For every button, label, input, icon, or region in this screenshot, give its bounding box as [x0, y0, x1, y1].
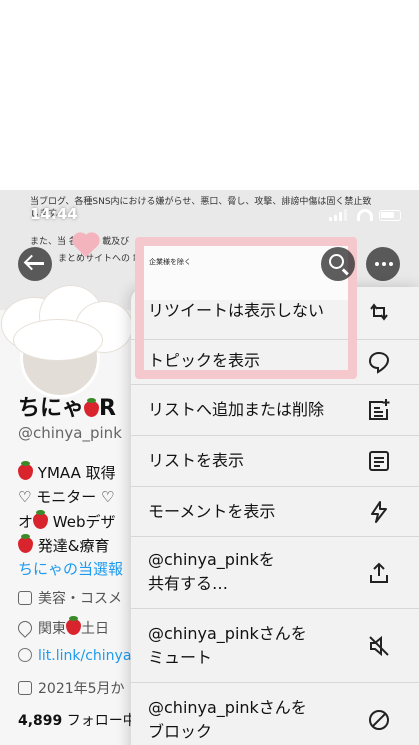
link-icon — [18, 648, 32, 662]
menu-item-show-moments[interactable]: モーメントを表示 — [131, 486, 419, 536]
profile-joined: 2021年5月か — [18, 678, 125, 698]
more-dots-icon — [375, 262, 379, 266]
menu-item-block[interactable]: @chinya_pinkさんを ブロック — [131, 682, 419, 745]
bio-text: Webデザ — [52, 513, 116, 531]
retweet-icon — [370, 303, 388, 321]
calendar-icon — [18, 681, 32, 695]
bio-line: YMAA 取得 — [18, 461, 116, 483]
strawberry-icon — [18, 534, 33, 553]
bio-text: 発達&療育 — [37, 537, 110, 555]
signal-icon — [344, 209, 347, 221]
search-button-overlay[interactable] — [321, 247, 355, 281]
profile-location: 関東 土日 — [15, 616, 109, 638]
menu-item-label: @chinya_pinkさんを ミュート — [148, 624, 307, 667]
lightning-icon — [371, 501, 387, 523]
status-time: 14:44 — [30, 205, 78, 223]
strawberry-icon — [33, 510, 49, 529]
menu-item-mute[interactable]: @chinya_pinkさんを ミュート — [131, 608, 419, 682]
menu-item-label: モーメントを表示 — [148, 502, 276, 521]
wifi-icon — [357, 209, 373, 221]
joined-text: 2021年5月か — [38, 681, 125, 697]
signal-icon — [334, 215, 337, 221]
profile-name-tail: R — [99, 396, 116, 421]
following-count[interactable]: 4,899 フォロー中 — [18, 710, 137, 730]
menu-item-label: @chinya_pinkさんを ブロック — [148, 698, 307, 741]
signal-icon — [339, 212, 342, 221]
back-button[interactable] — [18, 247, 52, 281]
profile-name-text: ちにゃ — [18, 396, 85, 421]
location-text: 関東 — [38, 621, 66, 637]
following-label: フォロー中 — [66, 713, 137, 729]
profile-url[interactable]: lit.link/chinya — [18, 648, 131, 664]
back-arrow-icon — [26, 262, 44, 265]
category-text: 美容・コスメ — [38, 591, 122, 607]
frame-sticker-inner — [144, 246, 348, 300]
menu-item-show-lists[interactable]: リストを表示 — [131, 435, 419, 486]
list-icon — [369, 451, 389, 471]
more-button[interactable] — [366, 247, 400, 281]
frame-sticker-text: 企業様を除く — [149, 258, 191, 266]
mute-icon — [369, 635, 389, 657]
share-icon — [370, 562, 388, 583]
top-blank-area — [0, 0, 419, 190]
strawberry-icon — [66, 616, 81, 635]
profile-name: ちにゃ R — [18, 390, 116, 422]
bio-line: 発達&療育 — [18, 534, 110, 556]
profile-handle: @chinya_pink — [18, 424, 122, 442]
menu-item-share[interactable]: @chinya_pinkを 共有する… — [131, 536, 419, 608]
url-text[interactable]: lit.link/chinya — [38, 648, 131, 664]
strawberry-icon — [18, 461, 33, 480]
profile-category: 美容・コスメ — [18, 588, 122, 608]
menu-item-label: リストへ追加または削除 — [148, 400, 325, 419]
bio-line: オ Webデザ — [18, 510, 116, 532]
briefcase-icon — [18, 591, 32, 605]
bio-text: オ — [18, 513, 34, 531]
signal-icon — [329, 217, 332, 221]
following-number: 4,899 — [18, 713, 63, 729]
menu-item-label: @chinya_pinkを 共有する… — [148, 550, 275, 593]
location-tail-text: 土日 — [81, 621, 109, 637]
location-pin-icon — [15, 618, 35, 638]
menu-item-label: リストを表示 — [148, 451, 245, 470]
banner-text-line: 当ブログ、各種SNS内における嫌がらせ、悪口、脅し、攻撃、誹謗中傷は固く禁止致 — [30, 197, 372, 207]
status-icons — [329, 209, 401, 221]
bio-line: ♡ モニター ♡ — [18, 486, 114, 507]
topic-bubble-icon — [368, 351, 390, 374]
menu-item-add-remove-list[interactable]: リストへ追加または削除 — [131, 384, 419, 435]
bio-link-text[interactable]: ちにゃの当選報 — [18, 558, 123, 579]
strawberry-icon — [84, 398, 100, 417]
bio-text: YMAA 取得 — [37, 464, 116, 482]
battery-icon — [379, 210, 401, 221]
bio-text: ♡ モニター ♡ — [18, 488, 115, 506]
search-icon — [329, 254, 344, 269]
list-add-icon — [369, 399, 390, 420]
phone-screen: 当ブログ、各種SNS内における嫌がらせ、悪口、脅し、攻撃、誹謗中傷は固く禁止致 … — [0, 190, 419, 745]
cloud-sticker — [14, 320, 102, 360]
block-icon — [369, 710, 389, 730]
